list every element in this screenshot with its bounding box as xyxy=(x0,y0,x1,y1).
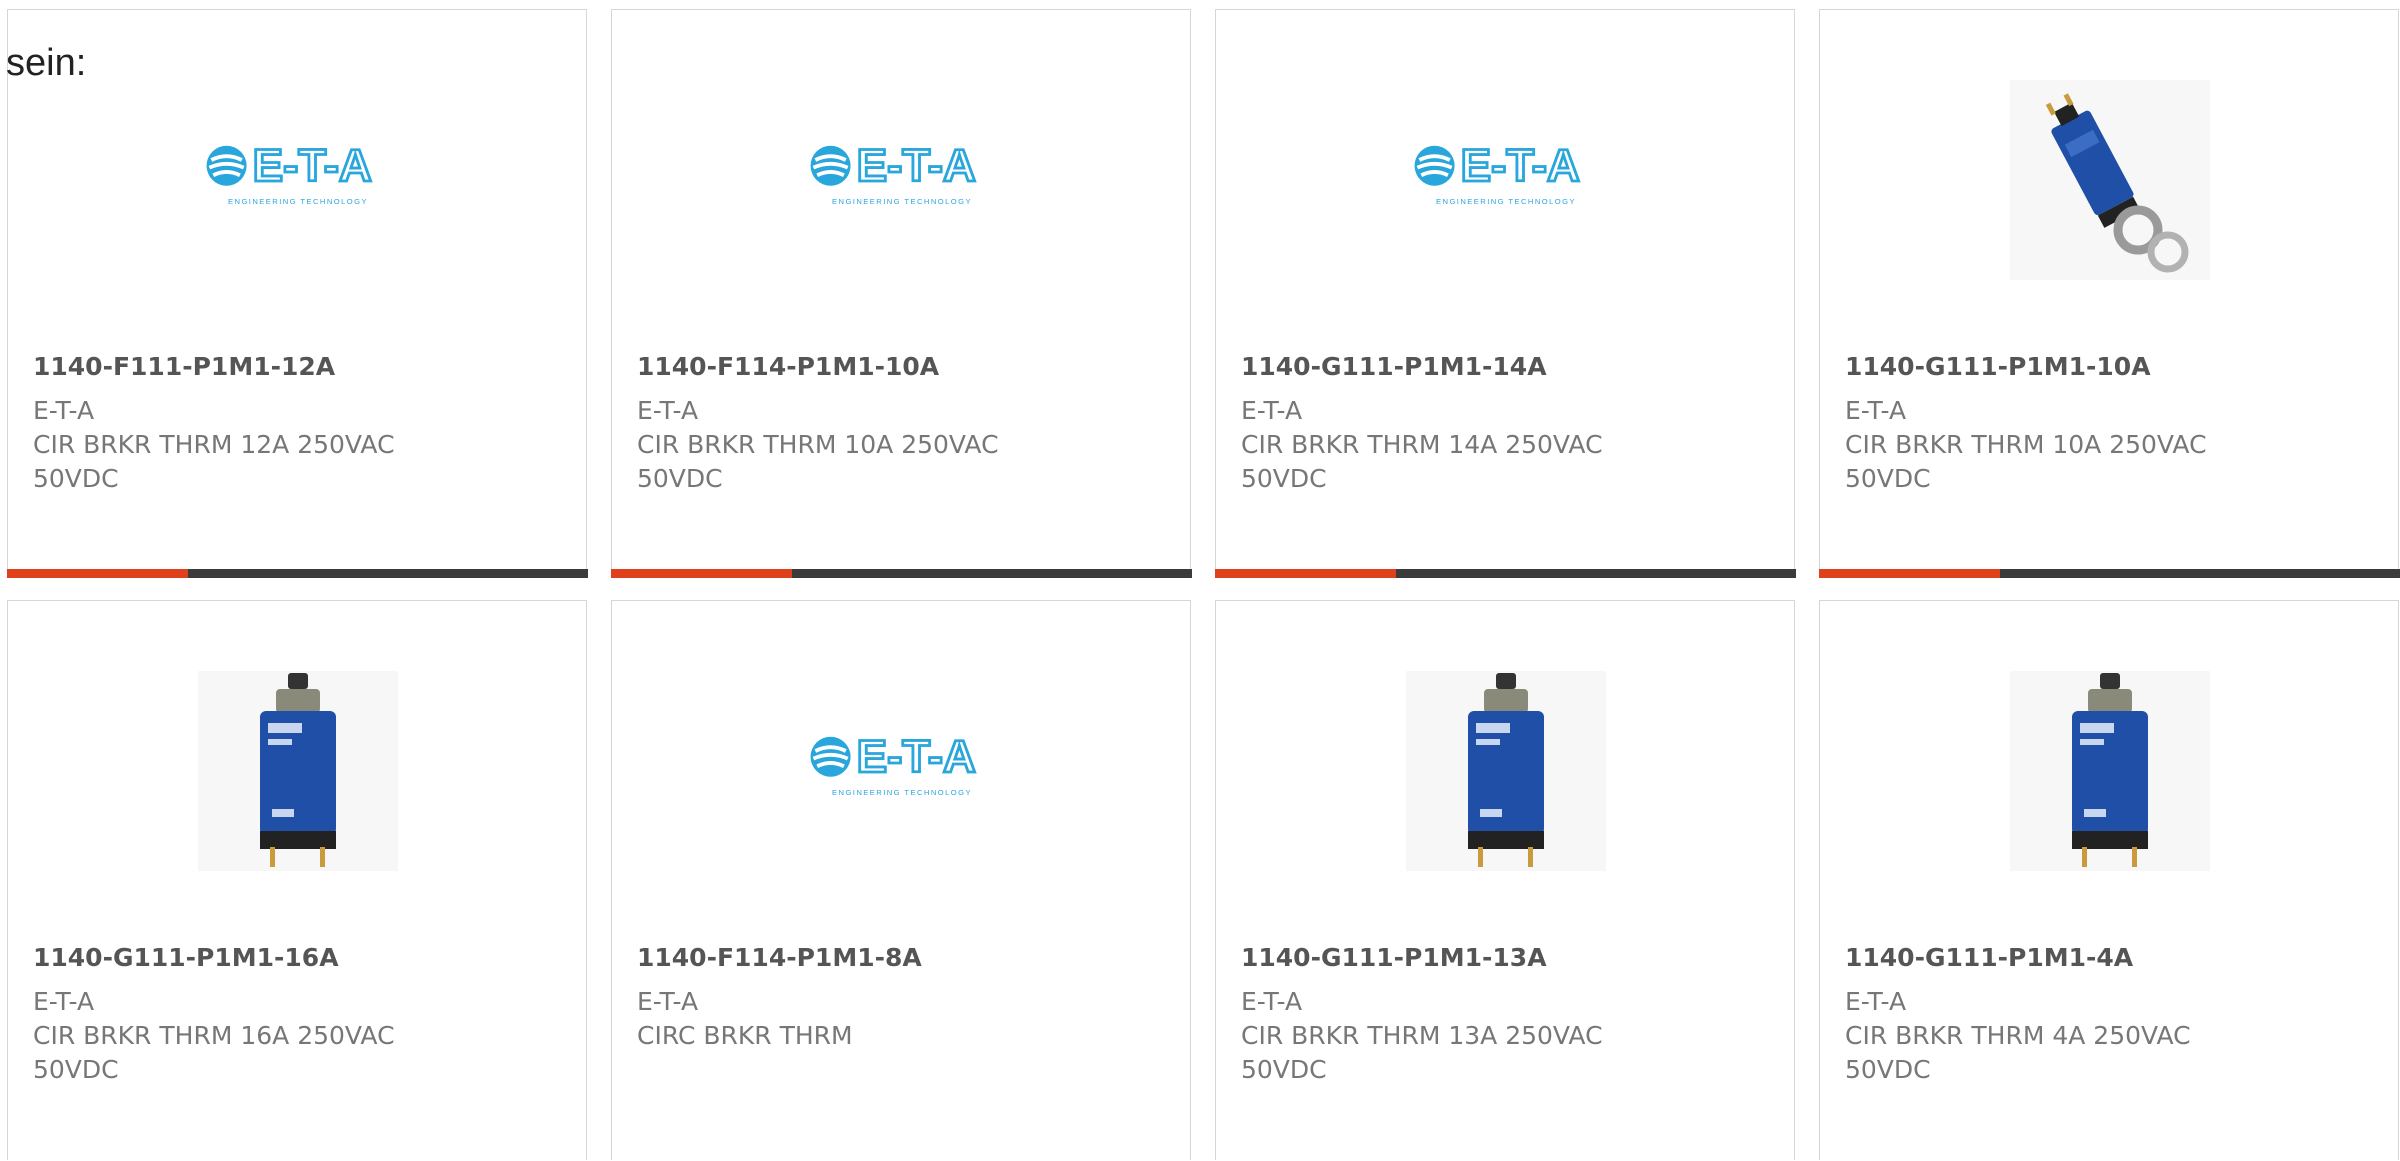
manufacturer: E-T-A xyxy=(1845,987,1907,1016)
part-number-link[interactable]: 1140-F111-P1M1-12A xyxy=(33,352,335,381)
product-grid: E-T-A ENGINEERING TECHNOLOGY 1140-F111-P… xyxy=(0,0,2400,1161)
eta-logo-image[interactable]: E-T-A ENGINEERING TECHNOLOGY xyxy=(198,80,398,280)
card-bottom-bar xyxy=(1818,568,2400,578)
manufacturer: E-T-A xyxy=(1845,396,1907,425)
manufacturer: E-T-A xyxy=(33,987,95,1016)
part-number-link[interactable]: 1140-G111-P1M1-10A xyxy=(1845,352,2151,381)
card-bottom-bar xyxy=(610,568,1192,578)
manufacturer: E-T-A xyxy=(1241,396,1303,425)
description: CIR BRKR THRM 16A 250VAC 50VDC xyxy=(33,1021,395,1084)
logo-tagline: ENGINEERING TECHNOLOGY xyxy=(228,197,368,206)
eta-logo-image[interactable]: E-T-A ENGINEERING TECHNOLOGY xyxy=(1406,80,1606,280)
eta-logo-image[interactable]: E-T-A ENGINEERING TECHNOLOGY xyxy=(802,80,1002,280)
description: CIR BRKR THRM 12A 250VAC 50VDC xyxy=(33,430,395,493)
card-accent-bar xyxy=(1818,568,2000,578)
product-card[interactable]: 1140-G111-P1M1-16A E-T-A CIR BRKR THRM 1… xyxy=(7,600,587,1160)
product-card[interactable]: 1140-G111-P1M1-4A E-T-A CIR BRKR THRM 4A… xyxy=(1819,600,2399,1160)
part-number-link[interactable]: 1140-F114-P1M1-8A xyxy=(637,943,922,972)
logo-tagline: ENGINEERING TECHNOLOGY xyxy=(832,788,972,797)
description: CIR BRKR THRM 4A 250VAC 50VDC xyxy=(1845,1021,2191,1084)
manufacturer: E-T-A xyxy=(637,396,699,425)
description: CIR BRKR THRM 13A 250VAC 50VDC xyxy=(1241,1021,1603,1084)
product-card[interactable]: E-T-A ENGINEERING TECHNOLOGY 1140-F114-P… xyxy=(611,600,1191,1160)
manufacturer: E-T-A xyxy=(1241,987,1303,1016)
part-number-link[interactable]: 1140-G111-P1M1-16A xyxy=(33,943,339,972)
description: CIR BRKR THRM 10A 250VAC 50VDC xyxy=(1845,430,2207,493)
card-accent-bar xyxy=(1214,568,1396,578)
product-card[interactable]: E-T-A ENGINEERING TECHNOLOGY 1140-G111-P… xyxy=(1214,9,1796,578)
description: CIR BRKR THRM 14A 250VAC 50VDC xyxy=(1241,430,1603,493)
card-bottom-bar xyxy=(6,568,588,578)
breaker-front-photo[interactable] xyxy=(2010,671,2210,871)
eta-logo-image[interactable]: E-T-A ENGINEERING TECHNOLOGY xyxy=(802,671,1002,871)
product-card[interactable]: 1140-G111-P1M1-13A E-T-A CIR BRKR THRM 1… xyxy=(1215,600,1795,1160)
breaker-front-photo[interactable] xyxy=(1406,671,1606,871)
card-accent-bar xyxy=(610,568,792,578)
part-number-link[interactable]: 1140-G111-P1M1-14A xyxy=(1241,352,1547,381)
card-accent-bar xyxy=(6,568,188,578)
description: CIRC BRKR THRM xyxy=(637,1021,853,1050)
product-card[interactable]: E-T-A ENGINEERING TECHNOLOGY 1140-F111-P… xyxy=(6,9,588,578)
product-card[interactable]: E-T-A ENGINEERING TECHNOLOGY 1140-F114-P… xyxy=(610,9,1192,578)
description: CIR BRKR THRM 10A 250VAC 50VDC xyxy=(637,430,999,493)
svg-text:E-T-A: E-T-A xyxy=(253,140,372,191)
product-card[interactable]: 1140-G111-P1M1-10A E-T-A CIR BRKR THRM 1… xyxy=(1818,9,2400,578)
breaker-side-photo[interactable] xyxy=(2010,80,2210,280)
logo-tagline: ENGINEERING TECHNOLOGY xyxy=(1436,197,1576,206)
card-bottom-bar xyxy=(1214,568,1796,578)
part-number-link[interactable]: 1140-F114-P1M1-10A xyxy=(637,352,939,381)
part-number-link[interactable]: 1140-G111-P1M1-4A xyxy=(1845,943,2133,972)
svg-text:E-T-A: E-T-A xyxy=(857,731,976,782)
manufacturer: E-T-A xyxy=(33,396,95,425)
svg-text:E-T-A: E-T-A xyxy=(857,140,976,191)
intro-text: sein: xyxy=(6,42,87,84)
part-number-link[interactable]: 1140-G111-P1M1-13A xyxy=(1241,943,1547,972)
logo-tagline: ENGINEERING TECHNOLOGY xyxy=(832,197,972,206)
svg-text:E-T-A: E-T-A xyxy=(1461,140,1580,191)
manufacturer: E-T-A xyxy=(637,987,699,1016)
breaker-front-photo[interactable] xyxy=(198,671,398,871)
